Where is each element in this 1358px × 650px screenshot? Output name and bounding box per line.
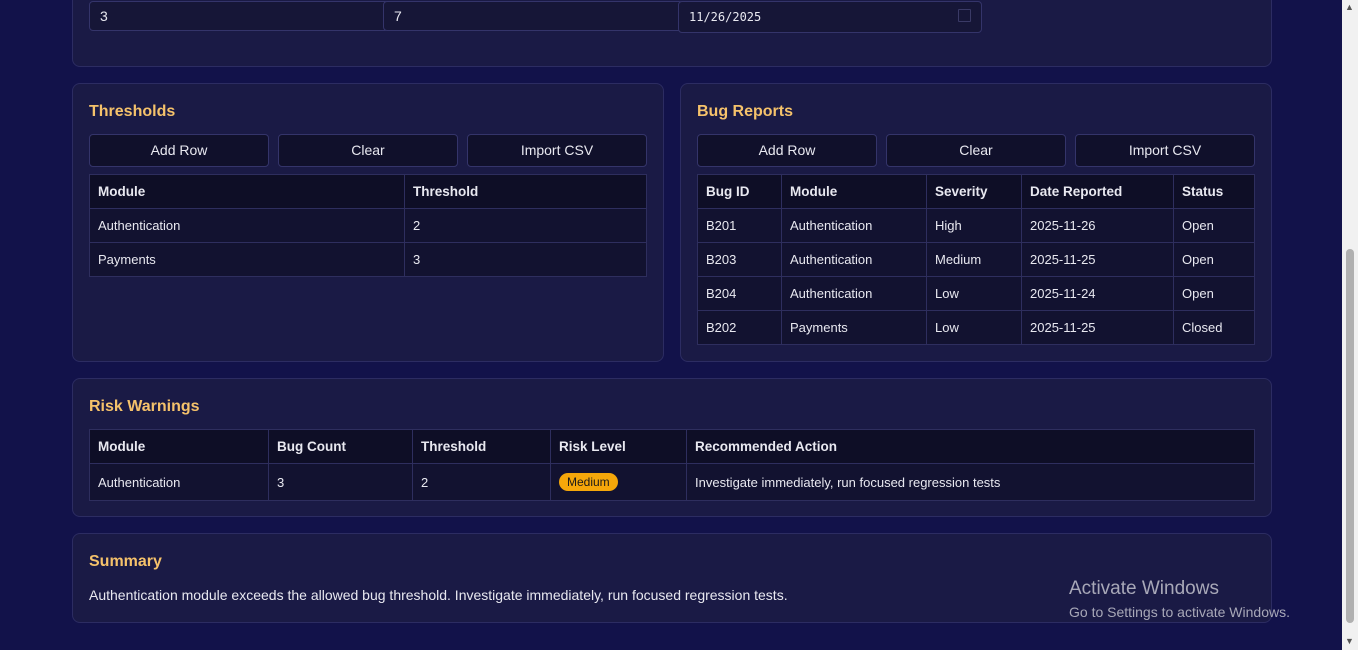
calendar-icon[interactable]: [958, 9, 971, 22]
parameter-input-2[interactable]: 7: [383, 1, 683, 31]
column-header-module: Module: [89, 429, 269, 464]
risk-warnings-table: Module Bug Count Threshold Risk Level Re…: [89, 429, 1255, 501]
risk-warnings-title: Risk Warnings: [89, 398, 200, 415]
bug-reports-title: Bug Reports: [697, 103, 793, 120]
summary-text: Authentication module exceeds the allowe…: [89, 587, 788, 603]
column-header-date-reported: Date Reported: [1021, 174, 1174, 209]
scrollbar-thumb[interactable]: [1346, 249, 1354, 623]
table-cell[interactable]: B204: [697, 276, 782, 311]
table-cell[interactable]: Open: [1173, 208, 1255, 243]
watermark-subtitle: Go to Settings to activate Windows.: [1069, 604, 1290, 620]
table-cell[interactable]: B202: [697, 310, 782, 345]
bug-reports-panel: Bug Reports Add Row Clear Import CSV Bug…: [680, 83, 1272, 362]
table-cell[interactable]: Authentication: [781, 276, 927, 311]
table-cell: 3: [268, 463, 413, 501]
date-input[interactable]: 11/26/2025: [678, 1, 982, 33]
table-cell[interactable]: B201: [697, 208, 782, 243]
table-row: B204 Authentication Low 2025-11-24 Open: [697, 276, 1255, 311]
table-row: Authentication 3 2 Medium Investigate im…: [89, 463, 1255, 501]
parameters-panel: 3 7 11/26/2025: [72, 0, 1272, 67]
bugs-import-csv-button[interactable]: Import CSV: [1075, 134, 1255, 167]
column-header-recommended-action: Recommended Action: [686, 429, 1255, 464]
column-header-severity: Severity: [926, 174, 1022, 209]
table-cell[interactable]: Authentication: [781, 208, 927, 243]
table-cell[interactable]: B203: [697, 242, 782, 277]
thresholds-clear-button[interactable]: Clear: [278, 134, 458, 167]
table-cell[interactable]: Medium: [926, 242, 1022, 277]
column-header-bug-id: Bug ID: [697, 174, 782, 209]
table-row: B201 Authentication High 2025-11-26 Open: [697, 208, 1255, 243]
risk-level-badge: Medium: [559, 473, 618, 491]
column-header-module: Module: [781, 174, 927, 209]
bugs-clear-button[interactable]: Clear: [886, 134, 1066, 167]
table-row: B203 Authentication Medium 2025-11-25 Op…: [697, 242, 1255, 277]
table-cell[interactable]: Authentication: [89, 208, 405, 243]
column-header-module: Module: [89, 174, 405, 209]
thresholds-table: Module Threshold Authentication 2 Paymen…: [89, 174, 647, 277]
scroll-up-arrow-icon[interactable]: ▲: [1345, 2, 1354, 12]
column-header-threshold: Threshold: [404, 174, 647, 209]
scroll-down-arrow-icon[interactable]: ▼: [1345, 636, 1354, 646]
table-row: B202 Payments Low 2025-11-25 Closed: [697, 310, 1255, 345]
column-header-risk-level: Risk Level: [550, 429, 687, 464]
thresholds-import-csv-button[interactable]: Import CSV: [467, 134, 647, 167]
summary-title: Summary: [89, 553, 162, 570]
date-value: 11/26/2025: [689, 10, 762, 24]
table-cell[interactable]: High: [926, 208, 1022, 243]
table-cell[interactable]: Open: [1173, 276, 1255, 311]
table-cell[interactable]: Closed: [1173, 310, 1255, 345]
table-row: Authentication 2: [89, 208, 647, 243]
table-cell[interactable]: Low: [926, 276, 1022, 311]
bugs-add-row-button[interactable]: Add Row: [697, 134, 877, 167]
table-cell: Medium: [550, 463, 687, 501]
table-cell[interactable]: 2: [404, 208, 647, 243]
activate-windows-watermark: Activate Windows Go to Settings to activ…: [1069, 578, 1290, 620]
table-cell[interactable]: Open: [1173, 242, 1255, 277]
table-row: Payments 3: [89, 242, 647, 277]
table-cell[interactable]: Authentication: [781, 242, 927, 277]
table-cell[interactable]: Payments: [781, 310, 927, 345]
risk-warnings-panel: Risk Warnings Module Bug Count Threshold…: [72, 378, 1272, 517]
column-header-threshold: Threshold: [412, 429, 551, 464]
table-cell[interactable]: 3: [404, 242, 647, 277]
watermark-title: Activate Windows: [1069, 578, 1219, 599]
table-cell[interactable]: Low: [926, 310, 1022, 345]
thresholds-add-row-button[interactable]: Add Row: [89, 134, 269, 167]
table-cell[interactable]: 2025-11-25: [1021, 242, 1174, 277]
thresholds-title: Thresholds: [89, 103, 176, 120]
table-cell[interactable]: 2025-11-24: [1021, 276, 1174, 311]
column-header-bug-count: Bug Count: [268, 429, 413, 464]
bug-reports-table: Bug ID Module Severity Date Reported Sta…: [697, 174, 1255, 345]
thresholds-panel: Thresholds Add Row Clear Import CSV Modu…: [72, 83, 664, 362]
column-header-status: Status: [1173, 174, 1255, 209]
parameter-input-1[interactable]: 3: [89, 1, 389, 31]
table-cell[interactable]: 2025-11-25: [1021, 310, 1174, 345]
table-cell: Authentication: [89, 463, 269, 501]
table-cell[interactable]: Payments: [89, 242, 405, 277]
vertical-scrollbar[interactable]: ▲ ▼: [1342, 0, 1358, 650]
table-cell: Investigate immediately, run focused reg…: [686, 463, 1255, 501]
table-cell: 2: [412, 463, 551, 501]
table-cell[interactable]: 2025-11-26: [1021, 208, 1174, 243]
